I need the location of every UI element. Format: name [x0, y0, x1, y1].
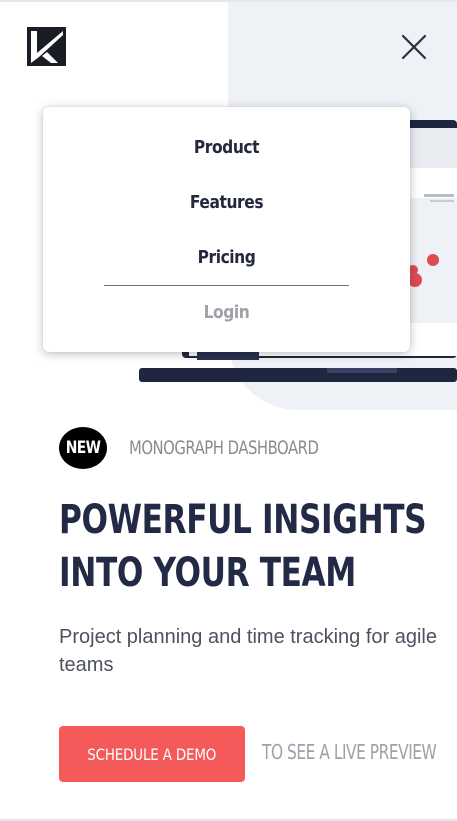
- page: Product Features Pricing Login NEW MONOG…: [0, 0, 457, 821]
- menu-divider: [104, 285, 349, 286]
- menu-item-features[interactable]: Features: [69, 192, 385, 213]
- close-icon[interactable]: [398, 31, 430, 63]
- new-badge: NEW: [59, 427, 107, 469]
- announcement-label: MONOGRAPH DASHBOARD: [129, 437, 319, 459]
- hero-subtext: Project planning and time tracking for a…: [59, 626, 437, 676]
- new-badge-label: NEW: [65, 438, 101, 458]
- headline-line-1: POWERFUL INSIGHTS: [59, 497, 427, 543]
- announcement-row: NEW MONOGRAPH DASHBOARD: [59, 427, 372, 469]
- schedule-demo-button[interactable]: SCHEDULE A DEMO: [59, 726, 245, 782]
- nav-menu-dropdown: Product Features Pricing Login: [43, 107, 410, 352]
- cta-row: SCHEDULE A DEMO TO SEE A LIVE PREVIEW: [59, 726, 449, 782]
- hero-headline: POWERFUL INSIGHTS INTO YOUR TEAM: [59, 494, 439, 600]
- k-logo-icon[interactable]: [27, 27, 66, 66]
- schedule-demo-label: SCHEDULE A DEMO: [87, 744, 217, 764]
- menu-item-login[interactable]: Login: [69, 302, 385, 323]
- menu-item-pricing[interactable]: Pricing: [69, 247, 385, 268]
- live-preview-link[interactable]: TO SEE A LIVE PREVIEW: [262, 740, 437, 764]
- menu-item-product[interactable]: Product: [69, 137, 385, 158]
- headline-line-2: INTO YOUR TEAM: [59, 550, 356, 596]
